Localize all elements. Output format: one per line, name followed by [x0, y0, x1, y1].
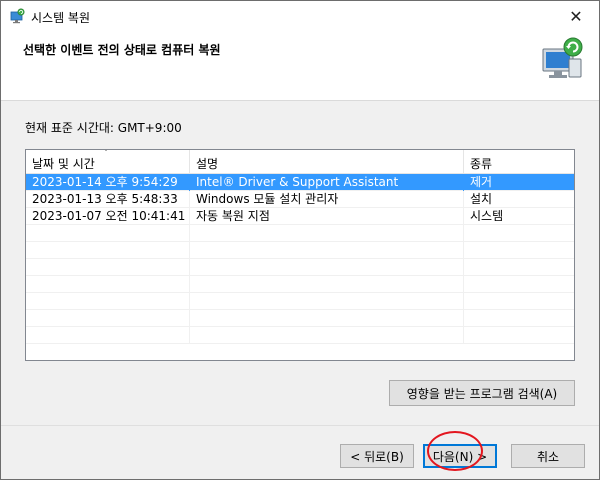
page-title: 선택한 이벤트 전의 상태로 컴퓨터 복원 — [23, 43, 221, 57]
empty-row — [26, 293, 574, 310]
back-button[interactable]: < 뒤로(B) — [340, 444, 414, 468]
affected-programs-button[interactable]: 영향을 받는 프로그램 검색(A) — [389, 380, 575, 406]
system-restore-icon — [9, 8, 25, 24]
row-description: Windows 모듈 설치 관리자 — [190, 191, 464, 208]
row-type: 제거 — [470, 175, 493, 189]
window-title: 시스템 복원 — [31, 11, 91, 25]
row-type: 설치 — [470, 192, 493, 206]
row-datetime: 2023-01-14 오후 9:54:29 — [26, 174, 190, 191]
row-type: 시스템 — [470, 209, 504, 223]
table-row[interactable]: 2023-01-13 오후 5:48:33 Windows 모듈 설치 관리자 … — [26, 191, 574, 208]
header-panel: 선택한 이벤트 전의 상태로 컴퓨터 복원 — [1, 31, 599, 101]
footer-divider — [1, 425, 599, 426]
cancel-button[interactable]: 취소 — [511, 444, 585, 468]
column-header-type[interactable]: 종류 — [464, 150, 574, 174]
empty-row — [26, 276, 574, 293]
close-icon[interactable]: ✕ — [553, 1, 599, 31]
table-header: ˇ 날짜 및 시간 설명 종류 — [26, 150, 574, 174]
row-description: Intel® Driver & Support Assistant — [190, 174, 464, 191]
column-header-datetime[interactable]: 날짜 및 시간 — [26, 150, 190, 174]
timezone-label: 현재 표준 시간대: GMT+9:00 — [25, 121, 182, 135]
empty-row — [26, 327, 574, 344]
table-row[interactable]: 2023-01-07 오전 10:41:41 자동 복원 지점 시스템 — [26, 208, 574, 225]
restore-points-table[interactable]: ˇ 날짜 및 시간 설명 종류 2023-01-14 오후 9:54:29 In… — [25, 149, 575, 361]
sort-indicator-icon: ˇ — [104, 149, 108, 158]
empty-row — [26, 310, 574, 327]
system-restore-window: 시스템 복원 ✕ 선택한 이벤트 전의 상태로 컴퓨터 복원 현재 표준 시간대… — [0, 0, 600, 480]
row-datetime: 2023-01-13 오후 5:48:33 — [26, 191, 190, 208]
next-button[interactable]: 다음(N) > — [423, 444, 497, 468]
table-body: 2023-01-14 오후 9:54:29 Intel® Driver & Su… — [26, 174, 574, 344]
row-datetime: 2023-01-07 오전 10:41:41 — [26, 208, 190, 225]
table-row[interactable]: 2023-01-14 오후 9:54:29 Intel® Driver & Su… — [26, 174, 574, 191]
empty-row — [26, 225, 574, 242]
title-bar[interactable]: 시스템 복원 ✕ — [1, 1, 599, 31]
system-restore-computer-icon — [539, 35, 587, 83]
empty-row — [26, 259, 574, 276]
row-description: 자동 복원 지점 — [190, 208, 464, 225]
column-header-description[interactable]: 설명 — [190, 150, 464, 174]
empty-row — [26, 242, 574, 259]
